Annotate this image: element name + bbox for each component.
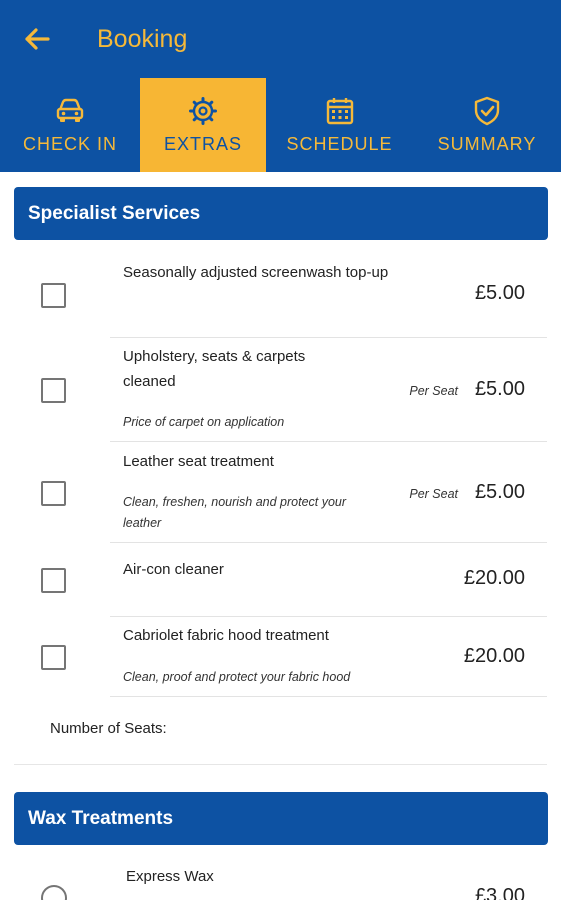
per-seat-label: Per Seat (409, 487, 458, 501)
checkbox[interactable] (41, 481, 66, 506)
section-header-wax: Wax Treatments (14, 792, 548, 845)
calendar-icon (326, 98, 353, 125)
tab-check-in-label: CHECK IN (22, 134, 117, 154)
service-name: Upholstery, seats & carpets cleaned (123, 348, 306, 390)
divider (110, 696, 547, 697)
tab-summary-label: SUMMARY (437, 134, 537, 154)
gear-icon (189, 97, 217, 125)
tab-extras[interactable]: EXTRAS (140, 78, 266, 172)
service-price: £5.00 (474, 282, 525, 304)
service-note: Price of carpet on application (123, 415, 285, 429)
service-name: Cabriolet fabric hood treatment (123, 627, 329, 644)
service-name: Express Wax (126, 868, 214, 885)
section-header-specialist: Specialist Services (14, 187, 548, 240)
back-button[interactable] (22, 24, 52, 54)
service-name: Seasonally adjusted screenwash top-up (123, 264, 389, 281)
tab-bar: CHECK IN EXTRAS SCHEDULE SUMMARY (0, 78, 561, 172)
service-note: Clean, proof and protect your fabric hoo… (123, 670, 351, 684)
service-price: £3.00 (474, 885, 525, 900)
arrow-left-icon (25, 28, 50, 50)
per-seat-label: Per Seat (409, 384, 458, 398)
service-price: £20.00 (463, 567, 525, 589)
tab-summary[interactable]: SUMMARY (413, 78, 561, 172)
list-item: Leather seat treatment Clean, freshen, n… (0, 442, 561, 543)
radio-button[interactable] (41, 885, 67, 900)
app-bar: Booking (0, 0, 561, 78)
checkbox[interactable] (41, 378, 66, 403)
list-item: Upholstery, seats & carpets cleaned Pric… (0, 338, 561, 442)
tab-check-in[interactable]: CHECK IN (0, 78, 140, 172)
car-icon (56, 98, 84, 122)
checkbox[interactable] (41, 283, 66, 308)
list-item: Seasonally adjusted screenwash top-up £5… (0, 246, 561, 338)
checkbox[interactable] (41, 568, 66, 593)
service-name: Air-con cleaner (123, 561, 224, 578)
list-item: Cabriolet fabric hood treatment Clean, p… (0, 617, 561, 697)
section-divider (14, 764, 547, 765)
number-of-seats-label: Number of Seats: (50, 720, 167, 737)
page-title: Booking (97, 24, 188, 53)
service-price: £5.00 (474, 378, 525, 400)
checkbox[interactable] (41, 645, 66, 670)
tab-schedule-label: SCHEDULE (286, 134, 393, 154)
tab-schedule[interactable]: SCHEDULE (266, 78, 413, 172)
shield-check-icon (474, 96, 500, 126)
list-item: Express Wax £3.00 (0, 858, 561, 900)
service-note: Clean, freshen, nourish and protect your… (123, 495, 347, 530)
tab-extras-label: EXTRAS (163, 134, 243, 154)
service-price: £20.00 (463, 645, 525, 667)
service-price: £5.00 (474, 481, 525, 503)
list-item: Air-con cleaner £20.00 (0, 543, 561, 617)
service-name: Leather seat treatment (123, 453, 274, 470)
